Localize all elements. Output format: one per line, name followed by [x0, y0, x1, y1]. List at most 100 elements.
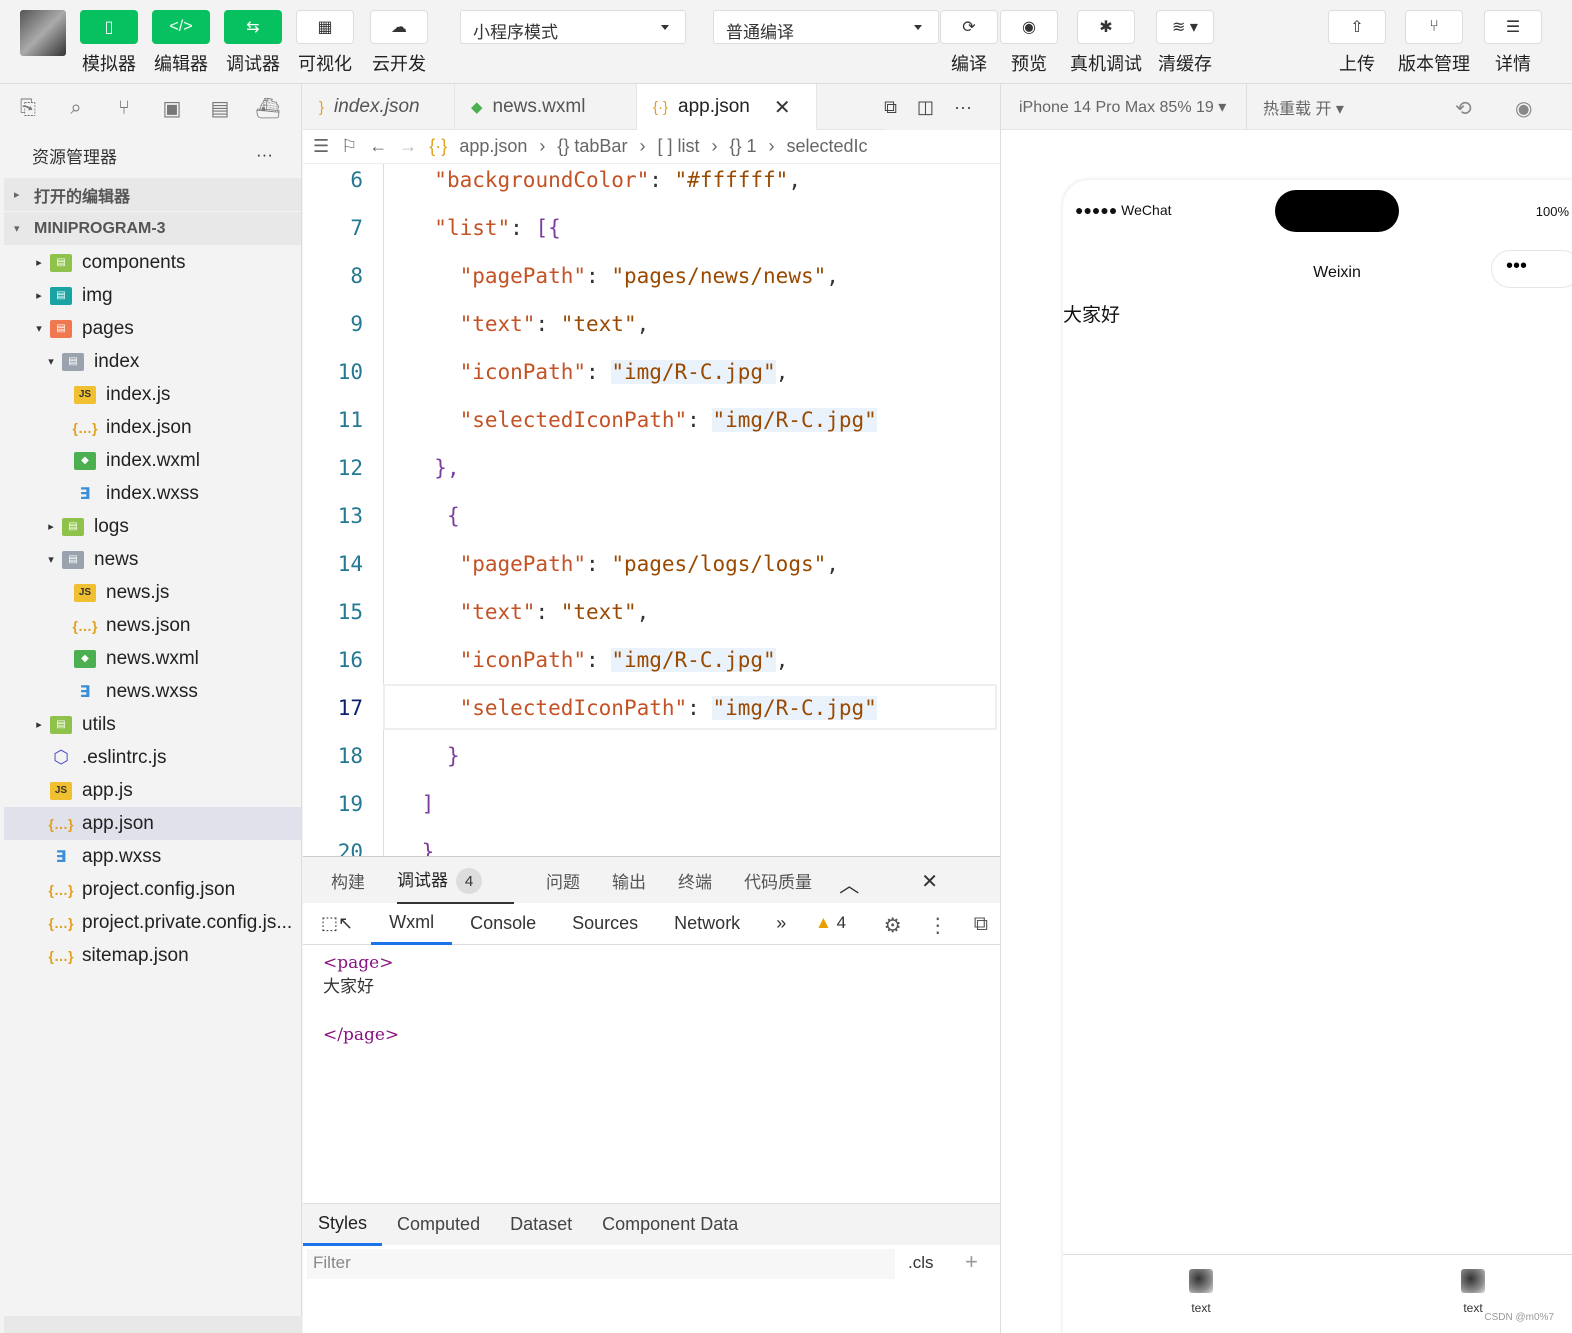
breadcrumb-item[interactable]: app.json [459, 136, 527, 157]
forward-icon[interactable]: → [399, 136, 417, 157]
gear-icon[interactable]: ⚙ [884, 913, 902, 938]
code-line[interactable]: { [409, 504, 460, 528]
code-area[interactable]: 6 "backgroundColor": "#ffffff", 7 "list":… [303, 164, 1000, 856]
tree-item[interactable]: JS news.js [4, 576, 301, 609]
tab-debugger[interactable]: 调试器 4 [397, 866, 514, 905]
cls-button[interactable]: .cls [908, 1253, 934, 1273]
close-icon[interactable]: ✕ [774, 95, 791, 120]
code-line[interactable]: "iconPath": "img/R-C.jpg", [409, 360, 788, 384]
tab-output[interactable]: 输出 [612, 868, 646, 893]
tab-console[interactable]: Console [452, 903, 554, 945]
tab-build[interactable]: 构建 [331, 868, 365, 893]
storage-icon[interactable]: ▤ [196, 96, 244, 121]
tree-item[interactable]: ▸ ▤ img [4, 279, 301, 312]
files-icon[interactable]: ⎘ [4, 97, 52, 120]
rotate-icon[interactable]: ⟲ [1455, 96, 1472, 121]
breadcrumb-item[interactable]: {} tabBar [557, 136, 627, 157]
code-line[interactable]: } [409, 744, 460, 768]
editor-toggle-button[interactable]: </> 编辑器 [152, 10, 210, 76]
tree-item[interactable]: ◆ news.wxml [4, 642, 301, 675]
tab-bar-item-logs[interactable]: text [1443, 1269, 1503, 1315]
tab-news-wxml[interactable]: ◆ news.wxml [455, 84, 637, 130]
more-actions-button[interactable]: ··· [256, 145, 273, 165]
source-control-icon[interactable]: ⑂ [100, 97, 148, 120]
code-line[interactable]: "backgroundColor": "#ffffff", [409, 168, 801, 192]
tree-item[interactable]: ▾ ▤ pages [4, 312, 301, 345]
code-line[interactable]: "pagePath": "pages/news/news", [409, 264, 839, 288]
outline-section[interactable] [4, 1316, 302, 1333]
tree-item[interactable]: JS app.js [4, 774, 301, 807]
kebab-icon[interactable]: ⋮ [928, 913, 948, 938]
tab-styles[interactable]: Styles [303, 1204, 383, 1246]
breadcrumb-item[interactable]: [ ] list [657, 136, 699, 157]
compile-select[interactable]: 普通编译 [713, 10, 939, 44]
back-icon[interactable]: ← [369, 136, 387, 157]
more-tabs-button[interactable]: » [758, 903, 804, 945]
code-line[interactable]: ] [409, 792, 435, 816]
simulator-toggle-button[interactable]: ▯ 模拟器 [80, 10, 138, 76]
outline-icon[interactable]: ☰ [313, 136, 329, 157]
extensions-icon[interactable]: ▣ [148, 96, 196, 121]
close-icon[interactable]: ✕ [921, 869, 938, 898]
remote-debug-button[interactable]: ✱ 真机调试 [1070, 10, 1142, 76]
hot-reload-toggle[interactable]: 热重载 开 ▾ [1247, 95, 1344, 119]
capsule-menu[interactable]: ••• [1491, 250, 1572, 288]
open-changes-icon[interactable]: ⧉ [884, 97, 897, 118]
bookmark-icon[interactable]: ⚐ [341, 136, 357, 157]
tree-item[interactable]: ▸ ▤ utils [4, 708, 301, 741]
filter-input[interactable]: Filter [307, 1249, 895, 1279]
tab-code-quality[interactable]: 代码质量 [744, 868, 812, 893]
add-rule-button[interactable]: + [965, 1249, 978, 1275]
tab-dataset[interactable]: Dataset [495, 1204, 587, 1246]
tree-item[interactable]: ⬡ .eslintrc.js [4, 741, 301, 774]
warnings-indicator[interactable]: ▲ 4 [815, 913, 846, 933]
more-icon[interactable]: ··· [954, 97, 972, 118]
code-line[interactable]: "iconPath": "img/R-C.jpg", [409, 648, 788, 672]
tab-terminal[interactable]: 终端 [678, 868, 712, 893]
code-line[interactable]: "text": "text", [409, 600, 650, 624]
tab-app-json[interactable]: {·} app.json ✕ [637, 84, 817, 130]
wxml-tree[interactable]: <page> 大家好 </page> [303, 945, 1000, 1171]
code-line[interactable]: }, [409, 456, 459, 480]
compile-button[interactable]: ⟳ 编译 [940, 10, 998, 76]
inspect-icon[interactable]: ⬚↖ [303, 903, 371, 945]
tree-item[interactable]: JS index.js [4, 378, 301, 411]
upload-button[interactable]: ⇧ 上传 [1328, 10, 1386, 76]
preview-button[interactable]: ◉ 预览 [1000, 10, 1058, 76]
debugger-toggle-button[interactable]: ⇆ 调试器 [224, 10, 282, 76]
tab-component-data[interactable]: Component Data [587, 1204, 753, 1246]
avatar[interactable] [20, 10, 66, 56]
search-icon[interactable]: ⌕ [52, 97, 100, 120]
device-select[interactable]: iPhone 14 Pro Max 85% 19 ▾ [1001, 83, 1247, 130]
code-line[interactable]: "list": [{ [409, 216, 560, 240]
tree-item[interactable]: {…} project.config.json [4, 873, 301, 906]
code-line[interactable]: "selectedIconPath": "img/R-C.jpg" [409, 696, 877, 720]
version-button[interactable]: ⑂ 版本管理 [1398, 10, 1470, 76]
breadcrumb-item[interactable]: selectedIc [787, 136, 868, 157]
tab-sources[interactable]: Sources [554, 903, 656, 945]
code-line[interactable]: } [409, 840, 435, 856]
code-line[interactable]: "selectedIconPath": "img/R-C.jpg" [409, 408, 877, 432]
page-open-tag[interactable]: <page> [323, 951, 980, 975]
stop-icon[interactable]: ◉ [1515, 96, 1532, 121]
docker-icon[interactable]: ⛴ [244, 96, 292, 121]
undock-icon[interactable]: ⧉ [974, 913, 988, 938]
code-line[interactable]: "pagePath": "pages/logs/logs", [409, 552, 839, 576]
tree-item[interactable]: {…} index.json [4, 411, 301, 444]
tree-item[interactable]: {…} project.private.config.js... [4, 906, 301, 939]
details-button[interactable]: ☰ 详情 [1484, 10, 1542, 76]
breadcrumb-item[interactable]: {} 1 [729, 136, 756, 157]
tree-item[interactable]: ▸ ▤ components [4, 246, 301, 279]
tree-item[interactable]: {…} app.json [4, 807, 301, 840]
mode-select[interactable]: 小程序模式 [460, 10, 686, 44]
tab-bar-item-news[interactable]: text [1171, 1269, 1231, 1315]
tab-wxml[interactable]: Wxml [371, 903, 453, 945]
tab-network[interactable]: Network [656, 903, 758, 945]
page-text-node[interactable]: 大家好 [323, 975, 980, 999]
code-line[interactable]: "text": "text", [409, 312, 650, 336]
visual-button[interactable]: ▦ 可视化 [296, 10, 354, 76]
chevron-up-icon[interactable]: ︿ [839, 869, 859, 898]
tree-item[interactable]: {…} news.json [4, 609, 301, 642]
tree-item[interactable]: ∃ app.wxss [4, 840, 301, 873]
tree-item[interactable]: ∃ news.wxss [4, 675, 301, 708]
